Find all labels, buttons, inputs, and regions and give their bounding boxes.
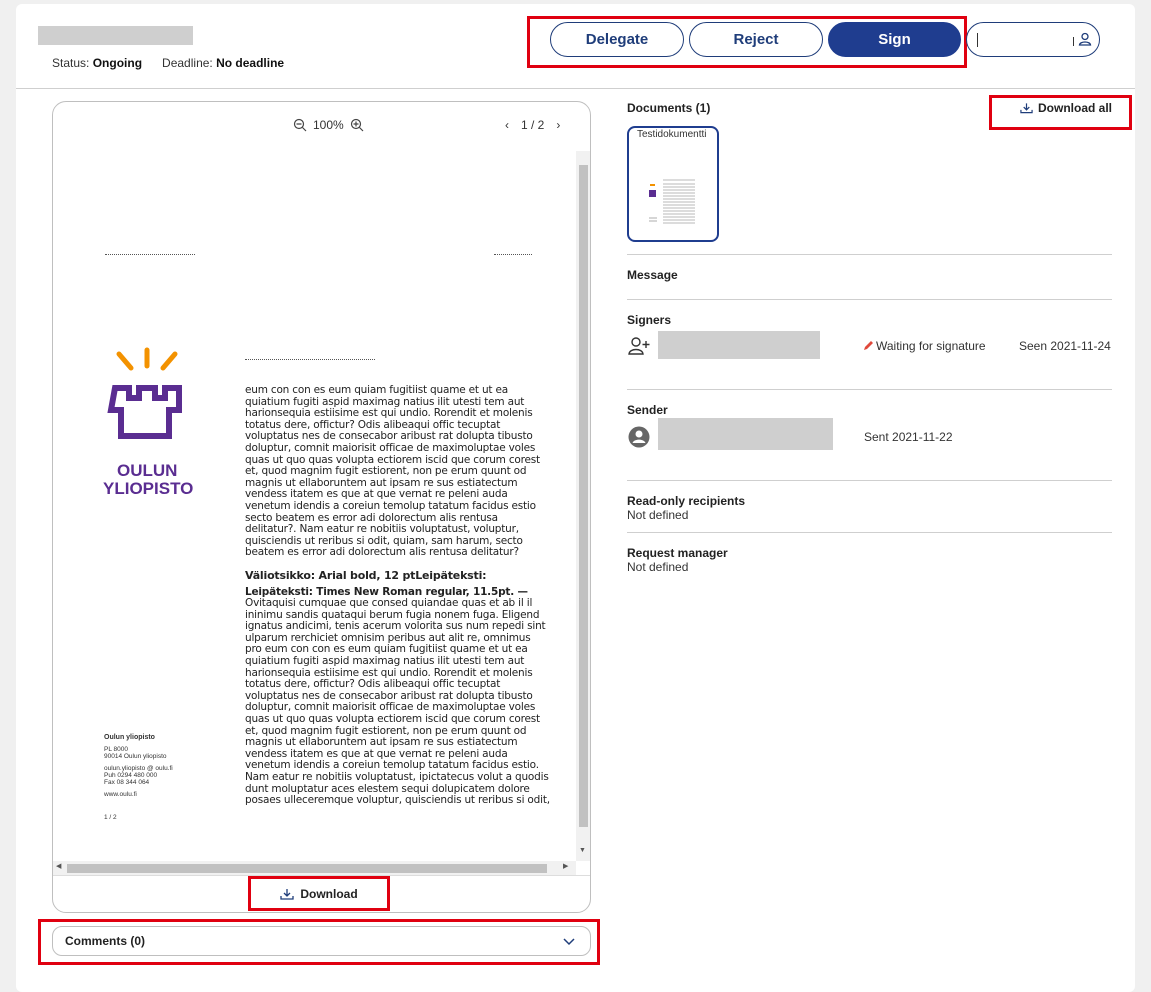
status-line: Status: Ongoing Deadline: No deadline <box>52 56 285 70</box>
document-title-redacted <box>38 26 193 45</box>
documents-title: Documents (1) <box>627 101 711 115</box>
prev-page-icon[interactable]: ‹ <box>505 118 509 132</box>
readonly-title: Read-only recipients <box>627 494 746 508</box>
status-value: Ongoing <box>92 56 143 70</box>
document-viewer: 100% ‹ 1 / 2 › OULUN YLIOPISTO eum con c… <box>52 101 591 913</box>
user-menu[interactable] <box>966 22 1100 57</box>
document-thumbnail-label: Testidokumentti <box>637 129 707 140</box>
user-icon <box>1078 32 1092 46</box>
signer-status: Waiting for signature <box>876 339 986 353</box>
scroll-left-icon[interactable]: ◀ <box>56 862 61 870</box>
page-indicator: 1 / 2 <box>521 118 545 132</box>
logo-text-oulun: OULUN <box>117 461 178 480</box>
vertical-scrollbar[interactable]: ▼ <box>576 151 590 861</box>
comments-accordion[interactable]: Comments (0) <box>52 926 591 956</box>
logo-text-yliopisto: YLIOPISTO <box>103 479 194 498</box>
download-button[interactable]: Download <box>250 880 388 908</box>
document-body-1: eum con con es eum quiam fugitiist quame… <box>245 384 540 559</box>
sign-button[interactable]: Sign <box>828 22 961 57</box>
document-page: OULUN YLIOPISTO eum con con es eum quiam… <box>65 151 576 861</box>
comments-label: Comments (0) <box>65 934 146 948</box>
signers-title: Signers <box>627 313 672 327</box>
download-icon <box>280 889 294 900</box>
signer-seen: Seen 2021-11-24 <box>1019 339 1111 353</box>
signer-name-redacted <box>658 331 820 359</box>
zoom-out-icon[interactable] <box>293 118 307 132</box>
document-body-2: Ovitaquisi cumquae que consed quiandae q… <box>245 597 550 807</box>
horizontal-scrollbar[interactable]: ◀ ▶ <box>53 861 576 875</box>
scroll-right-icon[interactable]: ▶ <box>563 862 568 870</box>
add-user-icon <box>628 337 650 355</box>
delegate-button[interactable]: Delegate <box>550 22 684 57</box>
deadline-value: No deadline <box>216 56 285 70</box>
scroll-down-icon[interactable]: ▼ <box>579 847 586 854</box>
download-all-button[interactable]: Download all <box>1020 101 1112 115</box>
document-preview-icon <box>649 179 695 224</box>
download-icon <box>1020 103 1033 114</box>
zoom-level: 100% <box>313 118 344 132</box>
next-page-icon[interactable]: › <box>556 118 560 132</box>
document-thumbnail[interactable]: Testidokumentti <box>627 126 719 242</box>
manager-title: Request manager <box>627 546 728 560</box>
document-footer: Oulun yliopisto PL 8000 90014 Oulun ylio… <box>104 734 173 821</box>
reject-button[interactable]: Reject <box>689 22 823 57</box>
readonly-value: Not defined <box>627 508 689 522</box>
avatar-icon <box>628 426 650 448</box>
pen-icon <box>864 341 873 350</box>
chevron-down-icon <box>563 938 575 946</box>
university-logo-icon <box>107 347 182 439</box>
document-heading: Väliotsikko: Arial bold, 12 ptLeipätekst… <box>245 569 487 582</box>
manager-value: Not defined <box>627 560 689 574</box>
viewer-toolbar: 100% ‹ 1 / 2 › <box>53 102 590 150</box>
zoom-in-icon[interactable] <box>350 118 364 132</box>
sender-name-redacted <box>658 418 833 450</box>
sender-sent: Sent 2021-11-22 <box>864 430 953 444</box>
header-divider <box>16 88 1135 89</box>
sender-title: Sender <box>627 403 668 417</box>
message-title: Message <box>627 268 678 282</box>
